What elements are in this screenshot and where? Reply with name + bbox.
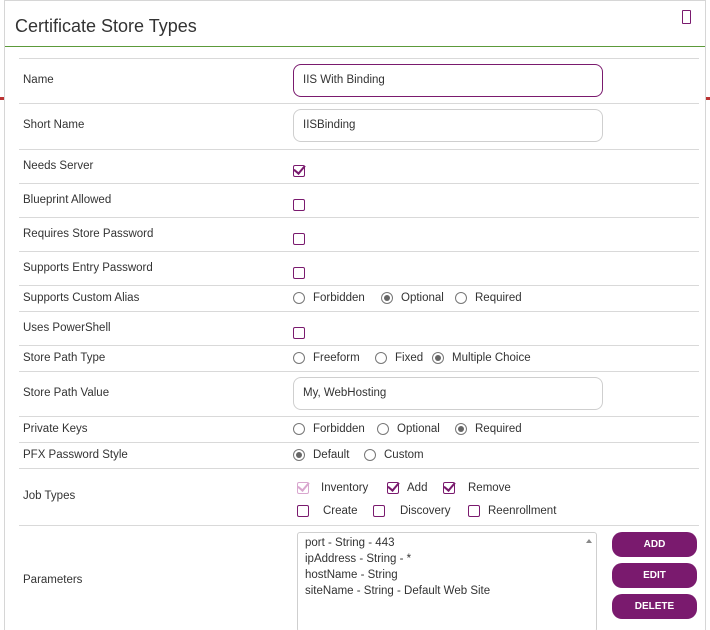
pfx-password-style-label: PFX Password Style [23,449,128,461]
edit-parameter-button[interactable]: EDIT [612,563,697,588]
uses-powershell-label: Uses PowerShell [23,322,111,334]
store-path-type-option-freeform[interactable]: Freeform [293,352,360,364]
radio-icon [293,292,305,304]
radio-icon [293,449,305,461]
delete-parameter-button[interactable]: DELETE [612,594,697,619]
private-keys-option-optional[interactable]: Optional [377,423,440,435]
radio-icon [455,423,467,435]
radio-icon [455,292,467,304]
list-item[interactable]: siteName - String - Default Web Site [305,583,589,599]
row-job-types: Job Types Inventory Add Remove Create Di… [19,469,699,526]
dialog-header: Certificate Store Types [5,1,705,47]
row-private-keys: Private Keys Forbidden Optional Required [19,417,699,443]
name-label: Name [23,74,54,86]
supports-custom-alias-label: Supports Custom Alias [23,292,140,304]
store-path-type-label: Store Path Type [23,352,106,364]
needs-server-checkbox[interactable] [293,164,305,177]
needs-server-label: Needs Server [23,160,94,172]
parameters-scrollbar[interactable] [582,533,596,630]
list-item[interactable]: ipAddress - String - * [305,551,589,567]
supports-entry-password-checkbox[interactable] [293,266,305,279]
row-store-path-value: Store Path Value My, WebHosting [19,372,699,417]
dialog-title: Certificate Store Types [15,16,197,36]
short-name-input[interactable]: IISBinding [293,109,603,142]
name-input[interactable]: IIS With Binding [293,64,603,97]
checkbox-icon [443,482,455,494]
checkbox-icon [387,482,399,494]
requires-store-password-checkbox[interactable] [293,232,305,245]
radio-icon [293,423,305,435]
custom-alias-option-optional[interactable]: Optional [381,292,444,304]
radio-icon [381,292,393,304]
store-type-form: Name IIS With Binding Short Name IISBind… [19,58,699,630]
row-store-path-type: Store Path Type Freeform Fixed Multiple … [19,346,699,372]
row-needs-server: Needs Server [19,150,699,184]
radio-icon [375,352,387,364]
store-path-value-input[interactable]: My, WebHosting [293,377,603,410]
requires-store-password-label: Requires Store Password [23,228,154,240]
job-type-remove[interactable]: Remove [443,482,511,494]
add-parameter-button[interactable]: ADD [612,532,697,557]
checkbox-icon [297,482,309,494]
custom-alias-option-forbidden[interactable]: Forbidden [293,292,365,304]
row-parameters: Parameters port - String - 443 ipAddress… [19,526,699,630]
radio-icon [293,352,305,364]
job-type-reenrollment[interactable]: Reenrollment [468,505,556,517]
row-supports-custom-alias: Supports Custom Alias Forbidden Optional… [19,286,699,312]
list-item[interactable]: port - String - 443 [305,535,589,551]
job-types-label: Job Types [23,490,76,502]
uses-powershell-checkbox[interactable] [293,326,305,339]
supports-entry-password-label: Supports Entry Password [23,262,153,274]
blueprint-allowed-label: Blueprint Allowed [23,194,112,206]
store-path-type-option-multiple-choice[interactable]: Multiple Choice [432,352,531,364]
checkbox-icon [373,505,385,517]
custom-alias-option-required[interactable]: Required [455,292,522,304]
blueprint-allowed-checkbox[interactable] [293,198,305,211]
private-keys-option-forbidden[interactable]: Forbidden [293,423,365,435]
row-pfx-password-style: PFX Password Style Default Custom [19,443,699,469]
job-type-create[interactable]: Create [297,505,358,517]
job-type-add[interactable]: Add [387,482,427,494]
row-uses-powershell: Uses PowerShell [19,312,699,346]
job-type-inventory: Inventory [297,482,368,494]
short-name-label: Short Name [23,119,85,131]
checkbox-icon [297,505,309,517]
radio-icon [364,449,376,461]
list-item[interactable]: hostName - String [305,567,589,583]
store-path-value-label: Store Path Value [23,387,110,399]
radio-icon [377,423,389,435]
job-type-discovery[interactable]: Discovery [373,505,450,517]
private-keys-option-required[interactable]: Required [455,423,522,435]
pfx-option-default[interactable]: Default [293,449,349,461]
row-blueprint-allowed: Blueprint Allowed [19,184,699,218]
radio-icon [432,352,444,364]
parameters-list[interactable]: port - String - 443 ipAddress - String -… [297,532,597,630]
scroll-up-icon[interactable] [586,539,592,543]
row-short-name: Short Name IISBinding [19,104,699,150]
backdrop-edge [706,97,710,100]
row-requires-store-password: Requires Store Password [19,218,699,252]
store-path-type-option-fixed[interactable]: Fixed [375,352,423,364]
pfx-option-custom[interactable]: Custom [364,449,424,461]
parameters-label: Parameters [23,574,83,586]
row-name: Name IIS With Binding [19,59,699,104]
close-icon[interactable] [682,10,691,24]
row-supports-entry-password: Supports Entry Password [19,252,699,286]
certificate-store-types-dialog: Certificate Store Types Name IIS With Bi… [4,0,706,630]
checkbox-icon [468,505,480,517]
private-keys-label: Private Keys [23,423,88,435]
